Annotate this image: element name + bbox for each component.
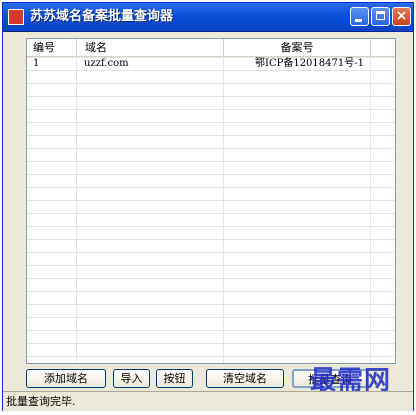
row-domain: uzzf.com (84, 58, 129, 69)
maximize-button[interactable] (371, 7, 390, 26)
row-record: 鄂ICP备12018471号-1 (255, 58, 364, 69)
window-title: 苏苏域名备案批量查询器 (30, 9, 174, 24)
column-divider (370, 57, 371, 363)
import-button[interactable]: 导入 (113, 369, 150, 388)
column-header-id[interactable]: 编号 (27, 39, 77, 56)
list-grid (27, 57, 395, 363)
clear-domain-button[interactable]: 清空域名 (206, 369, 284, 388)
title-bar[interactable]: 苏苏域名备案批量查询器 × (3, 3, 413, 32)
table-row[interactable]: 1 uzzf.com 鄂ICP备12018471号-1 (27, 57, 395, 70)
close-button[interactable]: × (392, 7, 411, 26)
column-header-domain[interactable]: 域名 (77, 39, 224, 56)
row-id: 1 (33, 58, 40, 69)
close-icon: × (395, 8, 408, 24)
column-header-record[interactable]: 备案号 (224, 39, 371, 56)
main-window: 苏苏域名备案批量查询器 × 编号 域名 备案号 1 uzzf.com 鄂ICP备… (2, 2, 414, 411)
minimize-icon (355, 19, 362, 22)
status-text: 批量查询完毕. (6, 395, 76, 408)
list-header: 编号 域名 备案号 (27, 39, 395, 57)
generic-button[interactable]: 按钮 (156, 369, 193, 388)
status-bar: 批量查询完毕. (3, 391, 413, 411)
column-divider (76, 57, 77, 363)
minimize-button[interactable] (350, 7, 369, 26)
add-domain-button[interactable]: 添加域名 (26, 369, 106, 388)
maximize-icon (376, 11, 385, 20)
domain-list[interactable]: 编号 域名 备案号 1 uzzf.com 鄂ICP备12018471号-1 (26, 38, 396, 364)
app-icon (8, 9, 24, 25)
column-divider (223, 57, 224, 363)
